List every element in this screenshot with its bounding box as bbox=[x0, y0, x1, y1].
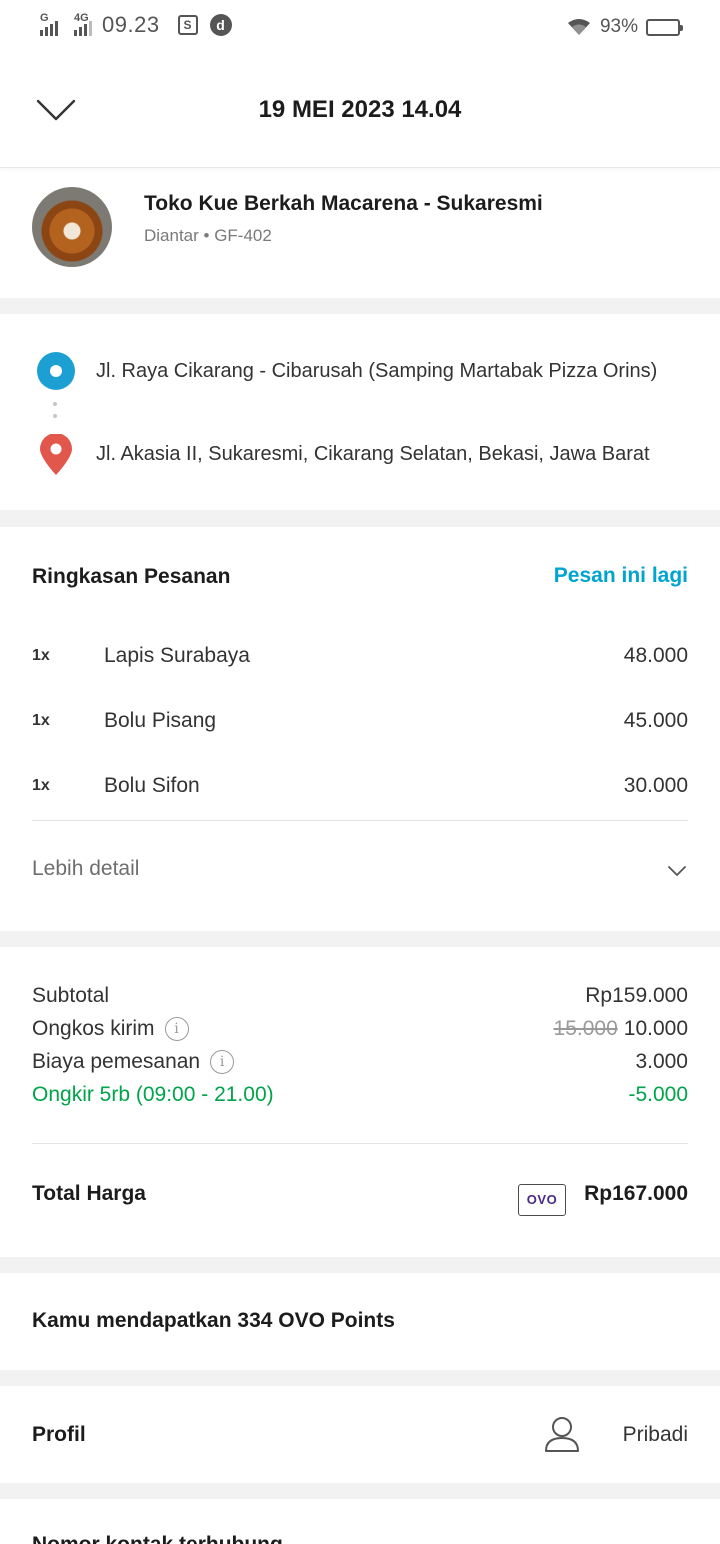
sim1-label: G bbox=[40, 12, 49, 24]
item-price: 48.000 bbox=[623, 644, 688, 667]
person-icon bbox=[545, 1417, 579, 1452]
item-qty: 1x bbox=[32, 712, 50, 729]
promo-row: Ongkir 5rb (09:00 - 21.00) -5.000 bbox=[32, 1083, 688, 1111]
cost-breakdown: Subtotal Rp159.000 Ongkos kirim i 15.000… bbox=[0, 947, 720, 1257]
item-price: 30.000 bbox=[623, 774, 688, 797]
profile-value: Pribadi bbox=[622, 1423, 688, 1446]
route-dot bbox=[53, 414, 57, 418]
total-value: Rp167.000 bbox=[584, 1182, 688, 1205]
order-item: 1x Lapis Surabaya 48.000 bbox=[32, 644, 688, 674]
merchant-avatar bbox=[32, 187, 112, 267]
screenshot-notification-icon: S bbox=[177, 15, 198, 35]
battery-percent: 93% bbox=[599, 16, 638, 37]
order-fee-label: Biaya pemesanan bbox=[32, 1050, 201, 1073]
destination-address: Jl. Akasia II, Sukaresmi, Cikarang Selat… bbox=[96, 443, 650, 465]
section-divider bbox=[0, 298, 720, 314]
ovo-payment-badge: OVO bbox=[518, 1184, 566, 1216]
chevron-down-icon[interactable] bbox=[668, 865, 686, 877]
battery-icon bbox=[646, 18, 683, 36]
delivery-fee-row: Ongkos kirim i 15.000 10.000 bbox=[32, 1017, 688, 1045]
contact-section-title: Nomor kontak terhubung bbox=[32, 1533, 283, 1544]
item-name: Lapis Surabaya bbox=[104, 644, 250, 667]
item-qty: 1x bbox=[32, 647, 50, 664]
item-price: 45.000 bbox=[623, 709, 688, 732]
signal-icon: 4G bbox=[74, 12, 92, 36]
section-divider bbox=[0, 931, 720, 947]
header: 19 MEI 2023 14.04 bbox=[0, 58, 720, 168]
section-divider bbox=[0, 510, 720, 527]
points-text: Kamu mendapatkan 334 OVO Points bbox=[32, 1309, 395, 1332]
merchant-subtitle: Diantar • GF-402 bbox=[144, 226, 272, 245]
promo-value: -5.000 bbox=[628, 1083, 688, 1106]
signal-icon: G bbox=[40, 12, 58, 36]
more-detail-toggle[interactable]: Lebih detail bbox=[32, 857, 139, 881]
wifi-icon bbox=[567, 19, 590, 35]
clock: 09.23 bbox=[102, 12, 160, 37]
profile-label: Profil bbox=[32, 1423, 86, 1446]
delivery-fee-original: 15.000 bbox=[553, 1017, 618, 1040]
contact-section: Nomor kontak terhubung bbox=[0, 1499, 720, 1544]
subtotal-row: Subtotal Rp159.000 bbox=[32, 984, 688, 1012]
total-label: Total Harga bbox=[32, 1182, 146, 1205]
subtotal-value: Rp159.000 bbox=[585, 984, 688, 1007]
status-bar: G 4G 09.23 S d 93% bbox=[0, 0, 720, 58]
origin-pin-icon bbox=[37, 352, 75, 390]
origin-address: Jl. Raya Cikarang - Cibarusah (Samping M… bbox=[96, 360, 658, 382]
section-divider bbox=[0, 1257, 720, 1273]
summary-title: Ringkasan Pesanan bbox=[32, 565, 231, 588]
merchant-name: Toko Kue Berkah Macarena - Sukaresmi bbox=[144, 192, 543, 215]
delivery-fee-value: 10.000 bbox=[623, 1017, 688, 1040]
item-qty: 1x bbox=[32, 777, 50, 794]
order-item: 1x Bolu Pisang 45.000 bbox=[32, 709, 688, 739]
section-divider bbox=[0, 1483, 720, 1499]
info-icon[interactable]: i bbox=[164, 1017, 189, 1041]
page-title: 19 MEI 2023 14.04 bbox=[258, 96, 462, 123]
route-dot bbox=[53, 402, 57, 406]
subtotal-label: Subtotal bbox=[32, 984, 110, 1007]
divider bbox=[32, 820, 688, 821]
section-divider bbox=[0, 1370, 720, 1386]
info-icon[interactable]: i bbox=[210, 1050, 235, 1074]
order-summary: Ringkasan Pesanan Pesan ini lagi 1x Lapi… bbox=[0, 527, 720, 931]
divider bbox=[32, 1143, 688, 1144]
points-section: Kamu mendapatkan 334 OVO Points bbox=[0, 1273, 720, 1370]
destination-pin-icon bbox=[40, 434, 72, 475]
app-notification-icon: d bbox=[209, 14, 232, 36]
item-name: Bolu Sifon bbox=[104, 774, 200, 797]
delivery-fee-label: Ongkos kirim bbox=[32, 1017, 155, 1040]
promo-label: Ongkir 5rb (09:00 - 21.00) bbox=[32, 1083, 274, 1106]
route-section: Jl. Raya Cikarang - Cibarusah (Samping M… bbox=[0, 314, 720, 510]
reorder-button[interactable]: Pesan ini lagi bbox=[554, 564, 688, 588]
order-item: 1x Bolu Sifon 30.000 bbox=[32, 774, 688, 804]
merchant-card[interactable]: Toko Kue Berkah Macarena - Sukaresmi Dia… bbox=[0, 168, 720, 298]
item-name: Bolu Pisang bbox=[104, 709, 217, 732]
order-fee-value: 3.000 bbox=[635, 1050, 688, 1073]
order-fee-row: Biaya pemesanan i 3.000 bbox=[32, 1050, 688, 1078]
sim2-label: 4G bbox=[74, 12, 89, 24]
profile-row[interactable]: Profil Pribadi bbox=[0, 1386, 720, 1483]
